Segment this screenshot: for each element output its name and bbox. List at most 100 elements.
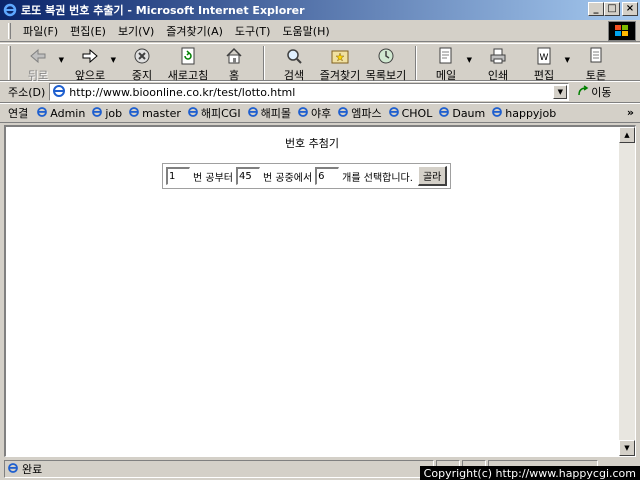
link-item[interactable]: CHOL [388, 106, 433, 121]
link-label: master [142, 106, 181, 120]
ie-logo-icon [2, 2, 18, 18]
count-input[interactable] [315, 167, 340, 185]
discuss-icon [587, 46, 605, 66]
link-label: 엠파스 [351, 107, 382, 120]
from-label: 번 공부터 [193, 172, 233, 184]
start-number-input[interactable] [166, 167, 190, 185]
link-item[interactable]: 해피CGI [187, 105, 241, 121]
back-arrow-icon [29, 46, 47, 66]
windows-logo-icon [608, 21, 636, 41]
link-item[interactable]: master [128, 106, 181, 121]
lotto-form: 번 공부터 번 공중에서 개를 선택합니다. 골라 [162, 163, 452, 189]
stop-button[interactable]: 중지 [119, 44, 165, 83]
discuss-button[interactable]: 토론 [573, 44, 619, 83]
ie-page-icon [388, 106, 400, 121]
ie-page-icon [491, 106, 503, 121]
vertical-scrollbar[interactable]: ▲ ▼ [619, 127, 635, 456]
link-label: 해피몰 [260, 107, 291, 120]
link-item[interactable]: Daum [438, 106, 485, 121]
page-icon [52, 84, 66, 101]
link-label: happyjob [505, 106, 557, 120]
address-field[interactable]: ▼ [49, 83, 570, 101]
minimize-button[interactable]: _ [588, 2, 604, 16]
links-chevron-icon[interactable]: » [627, 106, 634, 119]
address-bar: 주소(D) ▼ 이동 [0, 81, 640, 103]
ie-page-icon [187, 106, 199, 121]
scroll-down-icon[interactable]: ▼ [619, 440, 635, 456]
ie-window: 로또 복권 번호 추출기 - Microsoft Internet Explor… [0, 0, 640, 480]
status-page-icon [7, 462, 19, 477]
ie-page-icon [91, 106, 103, 121]
favorites-button[interactable]: 즐겨찾기 [317, 44, 363, 83]
search-icon [285, 46, 303, 66]
forward-arrow-icon [81, 46, 99, 66]
among-label: 번 공중에서 [262, 172, 313, 184]
links-bar: 연결 Admin job master 해피CGI 해피몰 야후 엠파스 CHO… [0, 103, 640, 123]
ie-page-icon [297, 106, 309, 121]
ie-page-icon [128, 106, 140, 121]
link-label: 해피CGI [200, 107, 241, 120]
toolbar-grip[interactable] [8, 46, 11, 80]
mail-dropdown-icon[interactable]: ▼ [467, 56, 472, 64]
back-button[interactable]: 뒤로 ▼ [15, 44, 64, 83]
link-label: Daum [452, 106, 486, 120]
menu-view[interactable]: 보기(V) [112, 21, 160, 41]
history-button[interactable]: 목록보기 [363, 44, 409, 83]
link-item[interactable]: 야후 [297, 105, 331, 121]
stop-icon [133, 46, 151, 66]
link-label: Admin [50, 106, 86, 120]
link-label: CHOL [401, 106, 433, 120]
window-title: 로또 복권 번호 추출기 - Microsoft Internet Explor… [21, 4, 305, 17]
print-button[interactable]: 인쇄 [475, 44, 521, 83]
link-item[interactable]: happyjob [491, 106, 556, 121]
link-item[interactable]: job [91, 106, 122, 121]
search-button[interactable]: 검색 [271, 44, 317, 83]
link-item[interactable]: 해피몰 [247, 105, 291, 121]
home-button[interactable]: 홈 [211, 44, 257, 83]
status-main: 완료 [4, 460, 434, 478]
edit-dropdown-icon[interactable]: ▼ [565, 56, 570, 64]
scroll-up-icon[interactable]: ▲ [619, 127, 635, 143]
title-bar[interactable]: 로또 복권 번호 추출기 - Microsoft Internet Explor… [0, 0, 640, 20]
toolbar-separator [263, 46, 265, 80]
favorites-folder-icon [331, 46, 349, 66]
menu-grip[interactable] [8, 22, 11, 39]
ie-page-icon [337, 106, 349, 121]
forward-button[interactable]: 앞으로 ▼ [67, 44, 116, 83]
page-title: 번호 추첨기 [284, 137, 340, 150]
go-label: 이동 [591, 86, 612, 99]
url-input[interactable] [69, 85, 550, 99]
menu-edit[interactable]: 편집(E) [64, 21, 112, 41]
menu-favorites[interactable]: 즐겨찾기(A) [160, 21, 229, 41]
close-button[interactable]: × [622, 2, 638, 16]
status-text: 완료 [22, 463, 43, 476]
menu-file[interactable]: 파일(F) [17, 21, 64, 41]
mail-icon [437, 46, 455, 66]
edit-doc-icon: W [535, 46, 553, 66]
refresh-button[interactable]: 새로고침 [165, 44, 211, 83]
maximize-button[interactable]: □ [604, 2, 620, 16]
link-label: job [105, 106, 123, 120]
history-icon [377, 46, 395, 66]
go-arrow-icon [577, 84, 591, 100]
ie-page-icon [247, 106, 259, 121]
ie-page-icon [438, 106, 450, 121]
mail-button[interactable]: 메일 ▼ [423, 44, 472, 83]
ie-page-icon [36, 106, 48, 121]
pick-button[interactable]: 골라 [417, 166, 448, 186]
address-dropdown-icon[interactable]: ▼ [553, 85, 568, 99]
go-button[interactable]: 이동 [577, 84, 612, 100]
menu-help[interactable]: 도움말(H) [276, 21, 335, 41]
printer-icon [489, 46, 507, 66]
link-item[interactable]: Admin [36, 106, 85, 121]
end-number-input[interactable] [235, 167, 260, 185]
link-item[interactable]: 엠파스 [337, 105, 382, 121]
links-label: 연결 [8, 107, 29, 120]
forward-dropdown-icon[interactable]: ▼ [111, 56, 116, 64]
address-label: 주소(D) [8, 86, 46, 99]
home-icon [225, 46, 243, 66]
menu-tools[interactable]: 도구(T) [229, 21, 277, 41]
edit-button[interactable]: W 편집 ▼ [521, 44, 570, 83]
select-label: 개를 선택합니다. [342, 172, 413, 184]
back-dropdown-icon[interactable]: ▼ [59, 56, 64, 64]
